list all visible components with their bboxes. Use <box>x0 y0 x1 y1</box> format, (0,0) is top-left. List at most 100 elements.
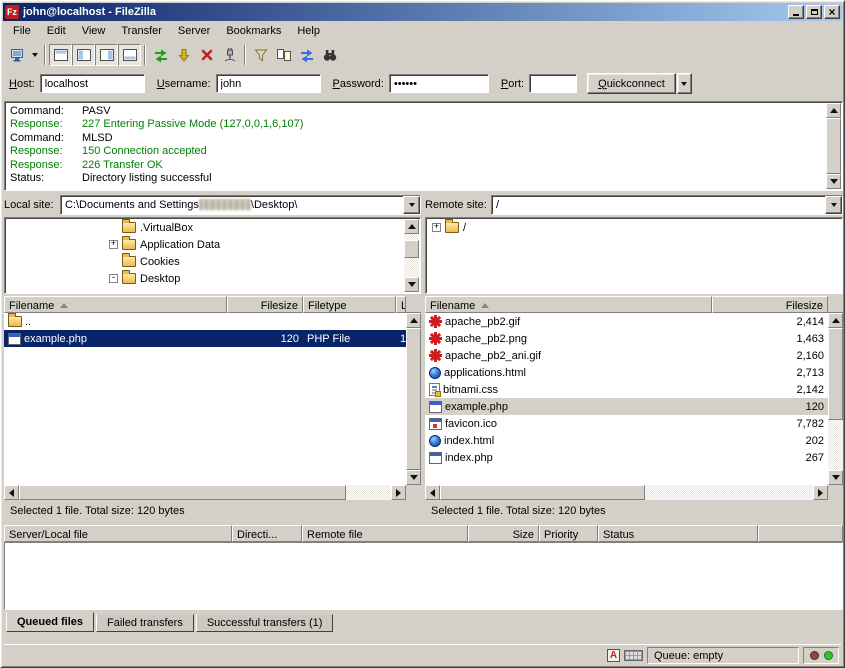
site-manager-dropdown-button[interactable] <box>29 44 41 66</box>
scroll-thumb[interactable] <box>406 328 421 470</box>
column-header-filesize[interactable]: Filesize <box>227 296 303 313</box>
process-queue-button[interactable] <box>172 44 195 66</box>
toggle-remote-tree-button[interactable] <box>95 44 118 66</box>
tab-successful-transfers[interactable]: Successful transfers (1) <box>196 614 334 632</box>
scroll-up-button[interactable] <box>826 103 841 118</box>
scroll-track[interactable] <box>19 485 391 500</box>
scroll-thumb[interactable] <box>826 118 841 174</box>
column-header-filetype[interactable]: Filetype <box>303 296 396 313</box>
remote-list-vscrollbar[interactable] <box>828 313 843 485</box>
scroll-track[interactable] <box>404 234 419 277</box>
tree-item[interactable]: -Desktop <box>5 270 404 287</box>
log-scrollbar[interactable] <box>826 103 841 189</box>
scroll-left-button[interactable] <box>4 485 19 500</box>
site-manager-button[interactable] <box>6 44 29 66</box>
table-row-selected[interactable]: example.php 120 PHP File 1 <box>4 330 406 347</box>
column-header-filesize[interactable]: Filesize <box>712 296 828 313</box>
scroll-left-button[interactable] <box>425 485 440 500</box>
tree-expander[interactable]: - <box>109 274 118 283</box>
close-button[interactable]: × <box>824 5 840 19</box>
scroll-right-button[interactable] <box>813 485 828 500</box>
scroll-up-button[interactable] <box>406 313 421 328</box>
scroll-up-button[interactable] <box>828 313 843 328</box>
scroll-right-button[interactable] <box>391 485 406 500</box>
menu-edit[interactable]: Edit <box>39 23 74 39</box>
scroll-track[interactable] <box>828 328 843 470</box>
local-site-combobox[interactable]: C:\Documents and Settings\Desktop\ <box>60 195 421 215</box>
local-tree-scrollbar[interactable] <box>404 219 419 292</box>
table-row[interactable]: apache_pb2.gif 2,414 <box>425 313 828 330</box>
username-input[interactable] <box>216 74 321 93</box>
tree-item[interactable]: +/ <box>426 219 841 236</box>
menu-file[interactable]: File <box>5 23 39 39</box>
queue-column-status[interactable]: Status <box>598 525 758 542</box>
scroll-thumb[interactable] <box>828 328 843 420</box>
quickconnect-button[interactable]: Quickconnect <box>587 73 676 94</box>
table-row[interactable]: apache_pb2.png 1,463 <box>425 330 828 347</box>
host-input[interactable] <box>40 74 145 93</box>
menu-view[interactable]: View <box>74 23 114 39</box>
tree-item[interactable]: +Application Data <box>5 236 404 253</box>
remote-site-dropdown-button[interactable] <box>825 196 842 214</box>
table-row[interactable]: index.php 267 <box>425 449 828 466</box>
table-row[interactable]: .. <box>4 313 406 330</box>
scroll-up-button[interactable] <box>404 219 419 234</box>
disconnect-button[interactable] <box>218 44 241 66</box>
queue-column-direction[interactable]: Directi... <box>232 525 302 542</box>
filter-button[interactable] <box>249 44 272 66</box>
queue-column-priority[interactable]: Priority <box>539 525 598 542</box>
tab-queued-files[interactable]: Queued files <box>6 612 94 632</box>
cancel-button[interactable] <box>195 44 218 66</box>
refresh-button[interactable] <box>149 44 172 66</box>
scroll-down-button[interactable] <box>828 470 843 485</box>
column-header-filename[interactable]: Filename <box>4 296 227 313</box>
transfer-mode-icon[interactable]: A <box>607 649 620 662</box>
scroll-thumb[interactable] <box>19 485 346 500</box>
table-row[interactable]: favicon.ico 7,782 <box>425 415 828 432</box>
tree-expander[interactable]: + <box>432 223 441 232</box>
scroll-track[interactable] <box>440 485 813 500</box>
menu-bookmarks[interactable]: Bookmarks <box>218 23 289 39</box>
menu-help[interactable]: Help <box>289 23 328 39</box>
scroll-track[interactable] <box>406 328 421 470</box>
quickconnect-dropdown-button[interactable] <box>677 73 692 94</box>
column-header-filename[interactable]: Filename <box>425 296 712 313</box>
menu-server[interactable]: Server <box>170 23 218 39</box>
tree-item[interactable]: .VirtualBox <box>5 219 404 236</box>
find-files-button[interactable] <box>318 44 341 66</box>
queue-column-size[interactable]: Size <box>468 525 539 542</box>
scroll-down-button[interactable] <box>826 174 841 189</box>
remote-site-combobox[interactable]: / <box>491 195 843 215</box>
tree-item[interactable]: Cookies <box>5 253 404 270</box>
toggle-message-log-button[interactable] <box>49 44 72 66</box>
queue-list-body[interactable] <box>4 542 843 610</box>
local-list-vscrollbar[interactable] <box>406 313 421 485</box>
synchronized-browsing-button[interactable] <box>295 44 318 66</box>
local-site-dropdown-button[interactable] <box>403 196 420 214</box>
minimize-button[interactable] <box>788 5 804 19</box>
table-row-selected[interactable]: example.php 120 <box>425 398 828 415</box>
local-list-hscrollbar[interactable] <box>4 485 406 500</box>
queue-column-remote-file[interactable]: Remote file <box>302 525 468 542</box>
table-row[interactable]: index.html 202 <box>425 432 828 449</box>
table-row[interactable]: apache_pb2_ani.gif 2,160 <box>425 347 828 364</box>
table-row[interactable]: applications.html 2,713 <box>425 364 828 381</box>
keypad-icon[interactable] <box>624 650 643 661</box>
password-input[interactable] <box>389 74 489 93</box>
menu-transfer[interactable]: Transfer <box>113 23 170 39</box>
scroll-down-button[interactable] <box>406 470 421 485</box>
remote-list-hscrollbar[interactable] <box>425 485 828 500</box>
toggle-local-tree-button[interactable] <box>72 44 95 66</box>
table-row[interactable]: bitnami.css 2,142 <box>425 381 828 398</box>
queue-column-server-local-file[interactable]: Server/Local file <box>4 525 232 542</box>
port-input[interactable] <box>529 74 577 93</box>
compare-directories-button[interactable] <box>272 44 295 66</box>
scroll-thumb[interactable] <box>404 240 419 258</box>
scroll-track[interactable] <box>826 118 841 174</box>
toggle-transfer-queue-button[interactable] <box>118 44 141 66</box>
column-header-last-modified[interactable]: L <box>396 296 406 313</box>
scroll-down-button[interactable] <box>404 277 419 292</box>
scroll-thumb[interactable] <box>440 485 645 500</box>
tree-expander[interactable]: + <box>109 240 118 249</box>
tab-failed-transfers[interactable]: Failed transfers <box>96 614 194 632</box>
